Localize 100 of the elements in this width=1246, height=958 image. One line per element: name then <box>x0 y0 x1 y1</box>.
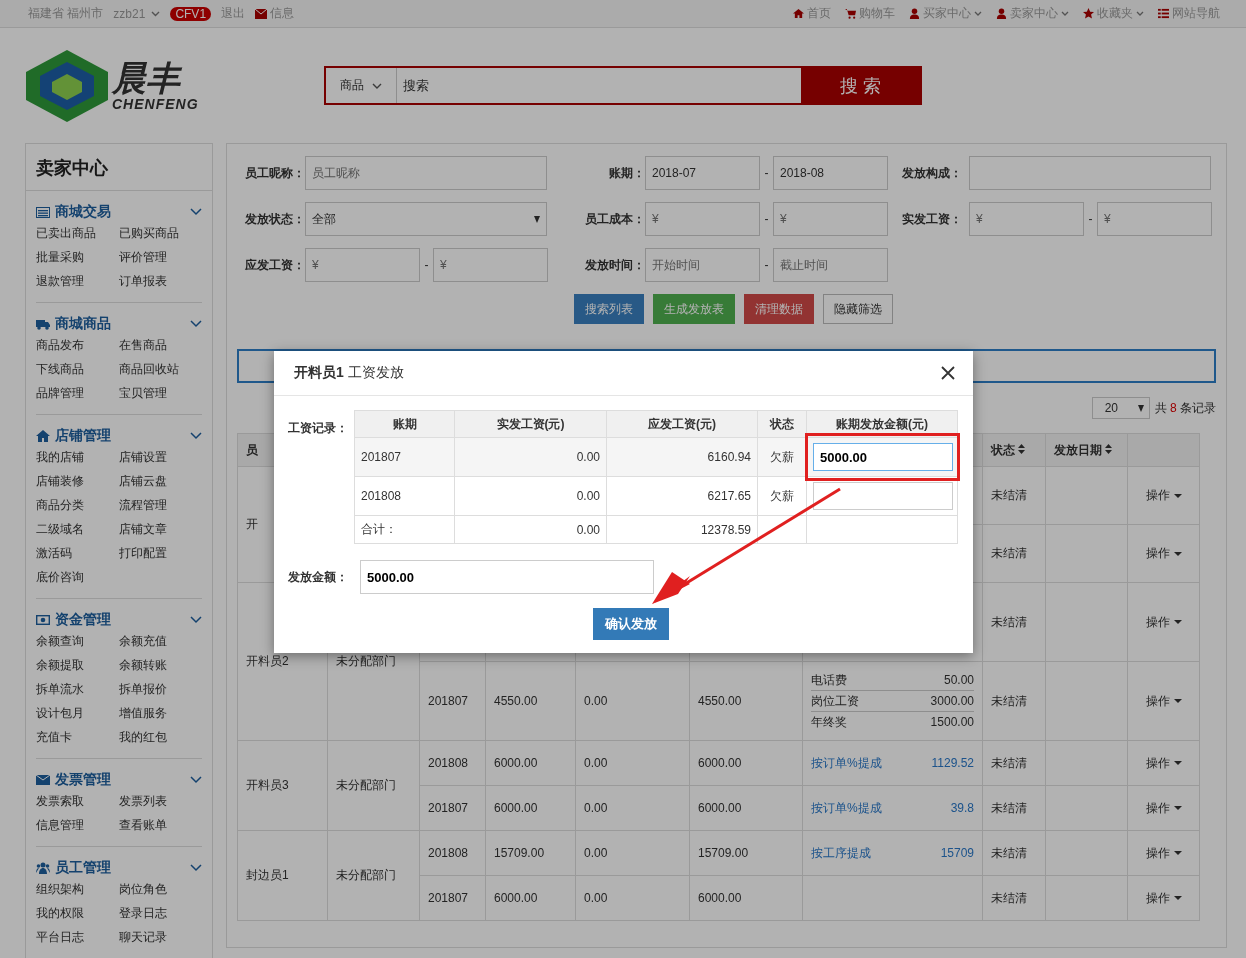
sidebar-item[interactable]: 我的红包 <box>119 725 202 749</box>
payout-amount-field[interactable]: 5000.00 <box>360 560 654 594</box>
sort-icon[interactable] <box>1018 443 1025 454</box>
section-title[interactable]: 商城商品 <box>55 315 185 333</box>
sidebar-item[interactable]: 批量采购 <box>36 245 119 269</box>
section-title[interactable]: 商城交易 <box>55 203 185 221</box>
filter-field[interactable]: 员工昵称 <box>305 156 547 190</box>
filter-field[interactable]: ¥ <box>305 248 420 282</box>
sidebar-item[interactable]: 拆单流水 <box>36 677 119 701</box>
filter-field[interactable]: ¥ <box>433 248 548 282</box>
sidebar-item[interactable]: 在售商品 <box>119 333 202 357</box>
sidebar-item[interactable]: 已卖出商品 <box>36 221 119 245</box>
sidebar-item[interactable]: 设计包月 <box>36 701 119 725</box>
range-separator: - <box>763 258 770 272</box>
sidebar-item[interactable]: 发票索取 <box>36 789 119 813</box>
action-menu[interactable]: 操作 <box>1145 799 1182 817</box>
sidebar-item[interactable]: 店铺文章 <box>119 517 202 541</box>
sidebar-item[interactable]: 宝贝管理 <box>119 381 202 405</box>
sidebar-item[interactable]: 下线商品 <box>36 357 119 381</box>
search-button[interactable]: 搜 索 <box>801 68 920 103</box>
filter-button[interactable]: 隐藏筛选 <box>823 294 893 324</box>
filter-field[interactable]: ¥ <box>645 202 760 236</box>
amount-field[interactable] <box>813 482 953 510</box>
sidebar-item[interactable]: 店铺设置 <box>119 445 202 469</box>
sidebar-item[interactable]: 商品发布 <box>36 333 119 357</box>
chevron-icon[interactable] <box>190 616 202 624</box>
sidebar-item[interactable]: 聊天记录 <box>119 925 202 949</box>
sidebar-item[interactable]: 余额转账 <box>119 653 202 677</box>
sidebar-item[interactable]: 拆单报价 <box>119 677 202 701</box>
column-header: 员 <box>246 442 258 457</box>
sidebar-item[interactable]: 打印配置 <box>119 541 202 565</box>
filter-button[interactable]: 搜索列表 <box>574 294 644 324</box>
amount-field[interactable]: 5000.00 <box>813 443 953 471</box>
chevron-icon[interactable] <box>190 208 202 216</box>
action-menu[interactable]: 操作 <box>1145 844 1182 862</box>
section-title[interactable]: 店铺管理 <box>55 427 185 445</box>
page-size-select[interactable]: 20 <box>1091 397 1150 419</box>
sidebar-item[interactable]: 平台日志 <box>36 925 119 949</box>
status-cell: 未结清 <box>991 800 1027 815</box>
action-menu[interactable]: 操作 <box>1145 754 1182 772</box>
sidebar-item[interactable]: 组织架构 <box>36 877 119 901</box>
filter-field[interactable]: ¥ <box>1097 202 1212 236</box>
action-menu[interactable]: 操作 <box>1145 692 1182 710</box>
sidebar-item[interactable]: 底价咨询 <box>36 565 119 589</box>
status-select[interactable]: 全部 <box>305 202 547 236</box>
sidebar-item[interactable]: 余额提取 <box>36 653 119 677</box>
action-menu[interactable]: 操作 <box>1145 889 1182 907</box>
people-icon <box>36 862 50 874</box>
chevron-icon[interactable] <box>190 320 202 328</box>
sidebar-item[interactable]: 查看账单 <box>119 813 202 837</box>
sidebar-item[interactable]: 增值服务 <box>119 701 202 725</box>
filter-field[interactable]: ¥ <box>773 202 888 236</box>
sidebar-item[interactable]: 已购买商品 <box>119 221 202 245</box>
sidebar-item[interactable]: 订单报表 <box>119 269 202 293</box>
action-menu[interactable]: 操作 <box>1145 545 1182 562</box>
sidebar-item[interactable]: 二级域名 <box>36 517 119 541</box>
sidebar-item[interactable]: 发票列表 <box>119 789 202 813</box>
sidebar-item[interactable]: 流程管理 <box>119 493 202 517</box>
sidebar-item[interactable]: 店铺装修 <box>36 469 119 493</box>
chevron-icon[interactable] <box>190 864 202 872</box>
logo-latin-name: CHENFENG <box>112 95 199 112</box>
filter-button[interactable]: 清理数据 <box>744 294 814 324</box>
confirm-button[interactable]: 确认发放 <box>593 608 669 640</box>
composition-link[interactable]: 按工序提成 <box>811 843 871 863</box>
sidebar-item[interactable]: 商品分类 <box>36 493 119 517</box>
sidebar-item[interactable]: 品牌管理 <box>36 381 119 405</box>
close-icon[interactable] <box>941 366 955 380</box>
sort-icon[interactable] <box>1105 443 1112 454</box>
sidebar-item[interactable]: 登录日志 <box>119 901 202 925</box>
section-title[interactable]: 发票管理 <box>55 771 185 789</box>
search-bar[interactable]: 商品 搜索 搜 索 <box>324 66 922 105</box>
composition-link[interactable]: 按订单%提成 <box>811 753 882 773</box>
cart-icon <box>845 8 856 19</box>
filter-field[interactable]: 2018-07 <box>645 156 760 190</box>
section-title[interactable]: 资金管理 <box>55 611 185 629</box>
filter-field[interactable]: 开始时间 <box>645 248 760 282</box>
composition-label: 年终奖 <box>811 714 847 731</box>
sidebar-item[interactable]: 余额充值 <box>119 629 202 653</box>
sidebar-item[interactable]: 评价管理 <box>119 245 202 269</box>
department-cell: 未分配部门 <box>336 868 396 882</box>
sidebar-item[interactable]: 我的店铺 <box>36 445 119 469</box>
sidebar-item[interactable]: 商品回收站 <box>119 357 202 381</box>
sidebar-item[interactable]: 余额查询 <box>36 629 119 653</box>
chevron-icon[interactable] <box>190 432 202 440</box>
sidebar-item[interactable]: 激活码 <box>36 541 119 565</box>
sidebar-item[interactable]: 充值卡 <box>36 725 119 749</box>
sidebar-item[interactable]: 退款管理 <box>36 269 119 293</box>
composition-link[interactable]: 按订单%提成 <box>811 798 882 818</box>
chevron-icon[interactable] <box>190 776 202 784</box>
sidebar-item[interactable]: 店铺云盘 <box>119 469 202 493</box>
section-title[interactable]: 员工管理 <box>55 859 185 877</box>
action-menu[interactable]: 操作 <box>1145 613 1182 631</box>
filter-field[interactable]: 截止时间 <box>773 248 888 282</box>
sidebar-item[interactable]: 岗位角色 <box>119 877 202 901</box>
filter-field[interactable]: ¥ <box>969 202 1084 236</box>
action-menu[interactable]: 操作 <box>1145 487 1182 504</box>
sidebar-item[interactable]: 信息管理 <box>36 813 119 837</box>
filter-field[interactable] <box>969 156 1211 190</box>
filter-field[interactable]: 2018-08 <box>773 156 888 190</box>
sidebar-item[interactable]: 我的权限 <box>36 901 119 925</box>
